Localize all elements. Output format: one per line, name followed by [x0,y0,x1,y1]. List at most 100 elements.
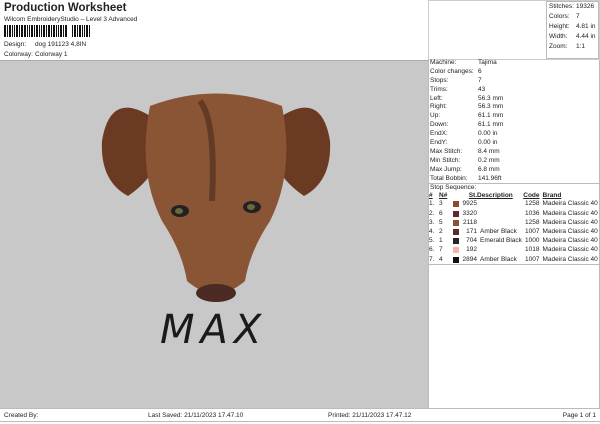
stop-sequence-table: # N# St. Description Code Brand 1. 3 9925 1258 Mad… [429,192,599,263]
stop-sequence-label: Stop Sequence: [429,183,599,192]
info-row: Total Bobbin: 141.96ft [429,175,599,184]
seq-number: 5. [429,237,435,245]
stitch-color: 9925 [462,200,477,208]
barcode-bar [68,25,71,37]
stitch-color: 2118 [463,218,477,226]
brand: Madeira Classic 40 [542,255,598,263]
stitch-color: 192 [466,246,477,254]
info-label: Color changes: [430,67,474,75]
barcode-bar [53,25,55,37]
design-text-max: MAX [160,307,268,353]
barcode-bar [27,25,28,37]
needle-number: 6 [439,209,443,217]
color-swatch [453,247,459,254]
stats-box: Stitches: 19326 Colors: 7 Height: 4.81 in W… [546,1,599,59]
info-label: Left: [430,94,443,102]
barcode-bar [51,25,52,37]
dog-embroidery-image [101,93,331,302]
stat-row: Width: 4.44 in [549,33,596,43]
code: 1036 [525,209,540,217]
printed-date: Printed: 21/11/2023 17.47.12 [328,412,412,419]
page-title: Production Worksheet [4,2,127,14]
stat-value: 1:1 [576,43,586,50]
barcode-bar [34,25,35,37]
seq-number: 1. [429,200,435,208]
colorway-label: Colorway: [4,51,33,58]
info-row: Machine: Tajima [429,59,599,68]
info-row: EndY: 0.00 in [429,139,599,148]
color-swatch [453,238,459,245]
barcode-bar [82,25,83,37]
design-preview: MAX [0,60,428,408]
barcode-bar [31,25,33,37]
barcode-bar [16,25,18,37]
design-label: Design: [4,41,27,48]
description [477,209,523,218]
info-label: Down: [430,121,449,129]
brand: Madeira Classic 40 [542,218,598,226]
info-value: 43 [478,85,486,93]
info-value: Tajima [478,59,497,66]
info-row: Stops: 7 [429,77,599,86]
table-row: 7. 4 2894 Amber Black 1007 Madeira Classic 40 [429,254,599,263]
stitch-color: 3320 [462,209,477,217]
barcode-bar [46,25,47,37]
table-row: 4. 2 171 Amber Black 1007 Madeira Classic 40 [429,227,599,236]
stat-label: Zoom: [549,43,568,50]
table-row: 2. 6 3320 1036 Madeira Classic 40 [429,209,599,218]
info-label: Stops: [430,76,449,84]
barcode-bar [24,25,26,37]
code: 1007 [525,228,540,236]
stat-label: Stitches: [549,3,574,10]
info-value: 56.3 mm [478,103,504,111]
seq-number: 7. [429,255,435,263]
code: 1007 [525,255,540,263]
software-name: Wilcom EmbroideryStudio – Level 3 Advanc… [4,16,138,23]
color-swatch [453,256,459,263]
column-header: N# [439,192,448,200]
info-label: Up: [430,112,441,120]
barcode [4,25,131,37]
stat-value: 7 [576,13,580,20]
table-row: 6. 7 192 1018 Madeira Classic 40 [429,245,599,254]
code: 1258 [525,218,540,226]
brand: Madeira Classic 40 [542,209,598,217]
barcode-bar [7,25,8,37]
description [477,218,523,227]
code: 1000 [525,237,540,245]
barcode-bar [36,25,38,37]
barcode-bar [39,25,40,37]
info-row: Max Stitch: 8.4 mm [429,148,599,157]
info-value: 141.96ft [478,174,502,182]
info-value: 0.2 mm [478,156,500,164]
description [477,245,523,254]
color-swatch [453,201,459,208]
info-label: EndY: [430,139,448,147]
info-label: Max Stitch: [430,147,463,155]
stitch-color: 2894 [462,255,477,263]
stat-value: 4.44 in [576,33,596,40]
info-row: Color changes: 6 [429,68,599,77]
description [477,199,523,208]
info-value: 61.1 mm [478,112,504,120]
color-swatch [453,229,459,236]
barcode-bar [19,25,20,37]
info-value: 61.1 mm [478,121,504,129]
seq-number: 4. [429,228,435,236]
table-row: 5. 1 704 Emerald Black 1000 Madeira Classic 4… [429,236,599,245]
barcode-bar [63,25,64,37]
table-row: 3. 5 2118 1258 Madeira Classic 40 [429,218,599,227]
barcode-bar [21,25,23,37]
needle-number: 5 [439,218,443,226]
info-value: 6.8 mm [478,165,500,173]
stat-row: Height: 4.81 in [549,23,596,33]
last-saved: Last Saved: 21/11/2023 17.47.10 [148,412,244,419]
info-label: Trims: [430,85,448,93]
seq-number: 6. [429,246,435,254]
stat-label: Colors: [549,13,570,20]
barcode-bar [74,25,76,37]
info-label: Machine: [430,59,457,66]
info-value: 0.00 in [478,130,498,138]
info-row: Trims: 43 [429,86,599,95]
footer: Created By: Last Saved: 21/11/2023 17.47… [0,408,600,422]
